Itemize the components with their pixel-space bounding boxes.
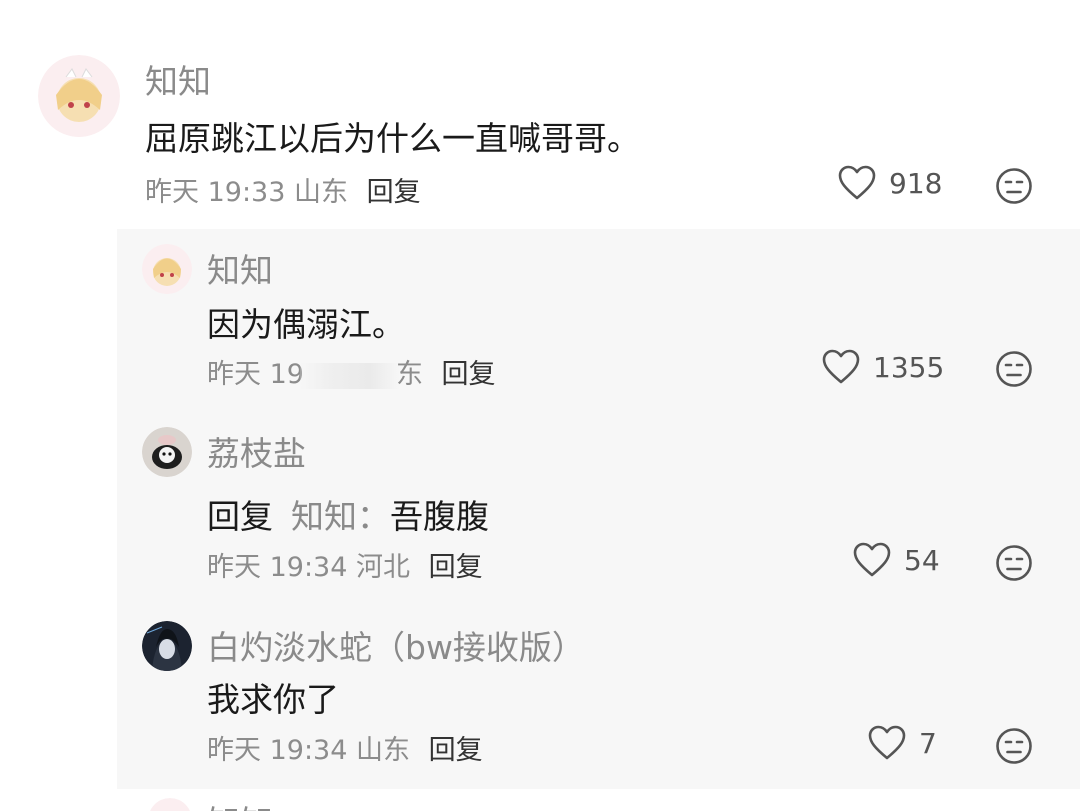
reply-button[interactable]: 回复 — [442, 359, 496, 390]
reply-text: 因为偶溺江。 — [207, 305, 405, 344]
like-button[interactable]: 1355 — [821, 349, 944, 385]
like-count: 918 — [889, 166, 943, 200]
reply-meta: 昨天 19 东 回复 — [207, 359, 496, 390]
reply-username[interactable]: 知知 — [207, 796, 273, 811]
reply-username[interactable]: 荔枝盐 — [207, 427, 306, 475]
reply-location: 东 — [395, 359, 423, 390]
reply-time: 昨天 19:34 — [207, 735, 348, 766]
meh-face-icon[interactable] — [995, 544, 1033, 582]
reply-meta: 昨天 19:34 山东 回复 — [207, 728, 483, 767]
like-count: 7 — [919, 726, 937, 760]
reply-meta: 昨天 19:34 河北 回复 — [207, 545, 483, 584]
reply-location: 河北 — [356, 552, 410, 583]
comment-username[interactable]: 知知 — [145, 55, 211, 103]
heart-outline-icon — [822, 349, 860, 384]
reply-button[interactable]: 回复 — [367, 177, 421, 208]
avatar[interactable] — [38, 55, 120, 137]
heart-outline-icon — [868, 725, 906, 760]
reply-time: 昨天 1 — [207, 359, 287, 390]
heart-outline-icon — [853, 542, 891, 577]
reply-button[interactable]: 回复 — [429, 552, 483, 583]
reply-time: 昨天 19:34 — [207, 552, 348, 583]
avatar[interactable] — [142, 427, 192, 477]
avatar[interactable] — [142, 244, 192, 294]
reply-text: 回复 知知：吾腹腹 — [207, 497, 489, 536]
reply-username[interactable]: 白灼淡水蛇（bw接收版） — [207, 621, 585, 669]
like-count: 54 — [904, 543, 940, 577]
like-button[interactable]: 7 — [867, 725, 937, 761]
reply-location: 山东 — [356, 735, 410, 766]
avatar[interactable] — [142, 621, 192, 671]
reply-target-user[interactable]: 知知： — [291, 497, 390, 536]
meh-face-icon[interactable] — [995, 167, 1033, 205]
comment-time: 昨天 19:33 — [145, 177, 286, 208]
like-button[interactable]: 918 — [837, 165, 942, 201]
reply-button[interactable]: 回复 — [429, 735, 483, 766]
reply-username[interactable]: 知知 — [207, 244, 273, 292]
comment-location: 山东 — [294, 177, 348, 208]
meh-face-icon[interactable] — [995, 350, 1033, 388]
comment-text: 屈原跳江以后为什么一直喊哥哥。 — [145, 119, 640, 158]
heart-outline-icon — [838, 165, 876, 200]
reply-text: 我求你了 — [207, 680, 339, 719]
like-button[interactable]: 54 — [852, 542, 940, 578]
blurred-region — [299, 362, 400, 389]
reply-prefix: 回复 — [207, 497, 273, 536]
like-count: 1355 — [873, 350, 945, 384]
comment-meta: 昨天 19:33 山东 回复 — [145, 170, 421, 209]
meh-face-icon[interactable] — [995, 727, 1033, 765]
avatar[interactable] — [148, 798, 192, 811]
